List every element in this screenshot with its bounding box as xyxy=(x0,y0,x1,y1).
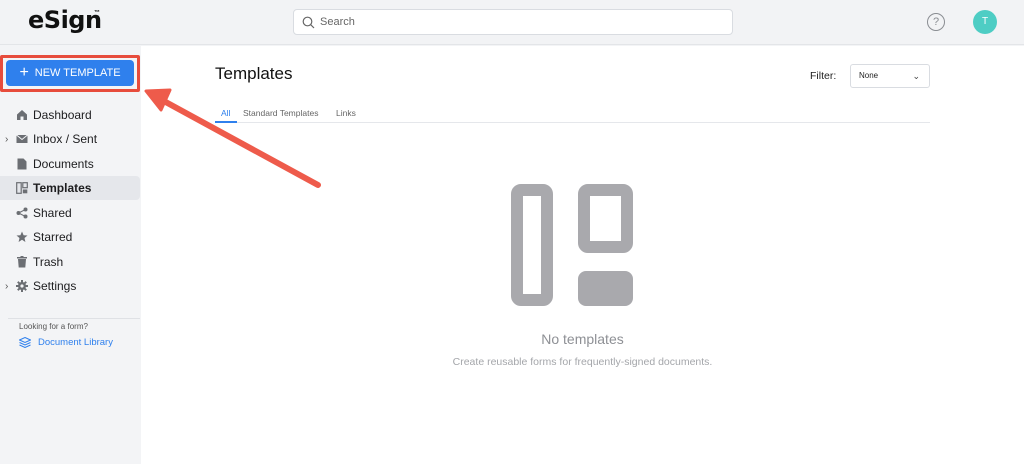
new-template-button[interactable]: + NEW TEMPLATE xyxy=(6,60,134,86)
chevron-right-icon[interactable]: › xyxy=(5,134,8,145)
document-library-label: Document Library xyxy=(38,337,113,348)
active-tab-indicator xyxy=(215,121,237,123)
template-tabs: All Standard Templates Links xyxy=(215,106,930,123)
templates-icon xyxy=(16,182,28,194)
form-hint-text: Looking for a form? xyxy=(19,322,88,331)
layers-icon xyxy=(19,337,31,348)
help-icon[interactable]: ? xyxy=(927,13,945,31)
sidebar-item-label: Settings xyxy=(33,279,77,293)
sidebar-item-label: Shared xyxy=(33,206,72,220)
filter-dropdown[interactable]: None ⌄ xyxy=(850,64,930,88)
tab-all[interactable]: All xyxy=(221,108,230,118)
tab-links[interactable]: Links xyxy=(336,108,356,118)
sidebar-item-shared[interactable]: Shared xyxy=(0,201,140,225)
app-logo[interactable]: eSign xyxy=(28,6,102,34)
sidebar-item-label: Documents xyxy=(33,157,94,171)
top-bar: eSign ™ ? T xyxy=(0,0,1024,45)
sidebar-item-label: Starred xyxy=(33,230,73,244)
sidebar-item-documents[interactable]: Documents xyxy=(0,152,140,176)
sidebar-item-templates[interactable]: Templates xyxy=(0,176,140,200)
page-title: Templates xyxy=(215,64,293,83)
new-template-label: NEW TEMPLATE xyxy=(34,67,121,79)
empty-templates-illustration xyxy=(511,184,633,306)
filter-label: Filter: xyxy=(810,70,837,82)
empty-state-subtitle: Create reusable forms for frequently-sig… xyxy=(452,356,713,368)
chevron-down-icon: ⌄ xyxy=(912,71,920,81)
sidebar-item-label: Trash xyxy=(33,255,64,269)
sidebar-divider xyxy=(8,318,140,319)
sidebar-item-label: Dashboard xyxy=(33,108,92,122)
search-box[interactable] xyxy=(293,9,733,35)
plus-icon: + xyxy=(19,64,29,81)
user-avatar[interactable]: T xyxy=(973,10,997,34)
search-icon xyxy=(302,16,315,29)
empty-state-title: No templates xyxy=(541,331,624,347)
trademark-mark: ™ xyxy=(94,10,100,16)
home-icon xyxy=(16,109,28,121)
sidebar-item-settings[interactable]: › Settings xyxy=(0,274,140,298)
document-library-link[interactable]: Document Library xyxy=(19,337,113,348)
star-icon xyxy=(16,231,28,243)
trash-icon xyxy=(16,256,28,268)
sidebar-item-label: Inbox / Sent xyxy=(33,132,98,146)
document-icon xyxy=(16,158,28,170)
sidebar-item-trash[interactable]: Trash xyxy=(0,250,140,274)
filter-value: None xyxy=(859,71,879,80)
sidebar-item-inbox-sent[interactable]: › Inbox / Sent xyxy=(0,127,140,151)
chevron-right-icon[interactable]: › xyxy=(5,281,8,292)
main-panel: Templates Filter: None ⌄ All Standard Te… xyxy=(141,46,1024,464)
sidebar-item-starred[interactable]: Starred xyxy=(0,225,140,249)
mail-icon xyxy=(16,133,28,145)
sidebar-item-label: Templates xyxy=(33,181,92,195)
search-input[interactable] xyxy=(320,13,720,31)
tab-standard-templates[interactable]: Standard Templates xyxy=(243,108,318,118)
gear-icon xyxy=(16,280,28,292)
sidebar-item-dashboard[interactable]: Dashboard xyxy=(0,103,140,127)
share-icon xyxy=(16,207,28,219)
